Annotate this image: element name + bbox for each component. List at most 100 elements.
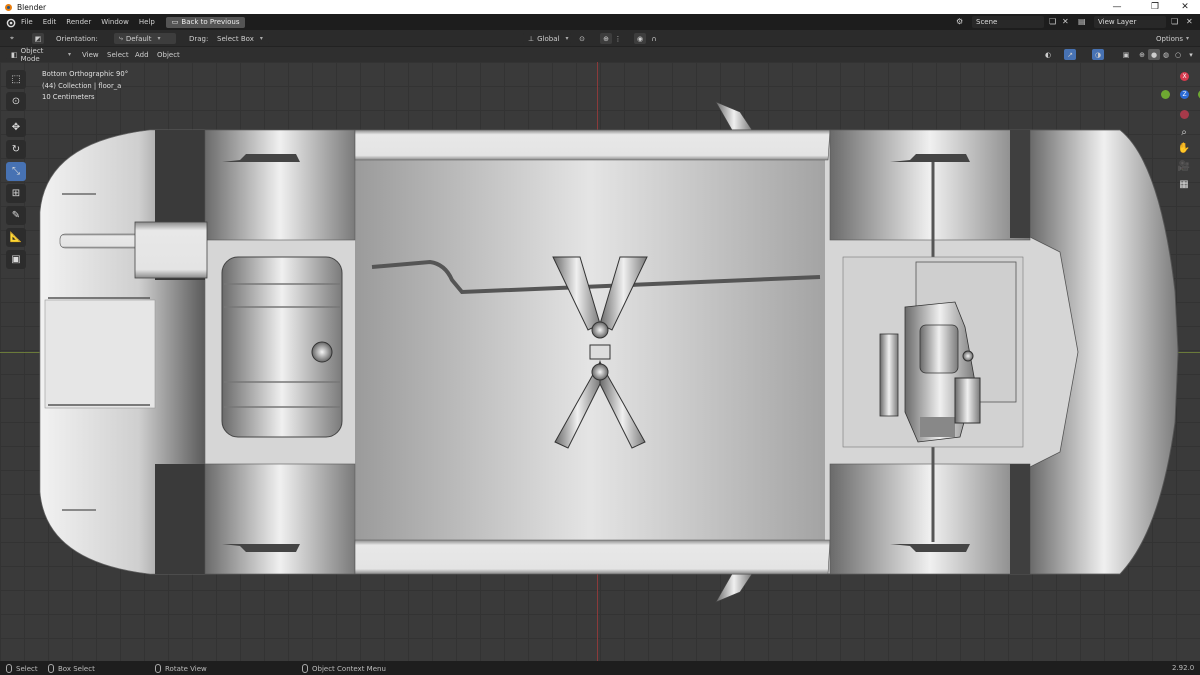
view-layer-icon[interactable]: ▤ [1078,17,1086,26]
visibility-icon[interactable]: ◐ [1042,49,1054,60]
solid-shading-icon[interactable]: ● [1148,49,1160,60]
remove-view-layer-icon[interactable]: ✕ [1186,17,1193,26]
overlays-icon[interactable]: ◑ [1092,49,1104,60]
orientation-dropdown[interactable]: ⤷ Default ▾ [114,33,176,44]
snap-target-icon[interactable]: ⋮ [612,33,624,44]
mode-value: Object Mode [20,46,44,63]
new-view-layer-icon[interactable]: ❏ [1171,17,1178,26]
status-select: Select [6,664,38,673]
drag-label: Drag: [189,34,209,43]
viewport-header: ◧ Object Mode ▾ View Select Add Object ◐ ↗… [0,46,1200,63]
menu-edit[interactable]: Edit [38,18,62,26]
chevron-down-icon: ▾ [157,35,161,42]
rotate-tool-icon[interactable]: ↻ [6,140,26,159]
rear-panel [44,299,156,409]
3d-viewport[interactable]: Bottom Orthographic 90° (44) Collection … [0,62,1200,661]
car-underbody-model[interactable] [0,62,1200,661]
viewport-info: Bottom Orthographic 90° (44) Collection … [42,69,128,104]
menu-help[interactable]: Help [134,18,160,26]
tool-settings-header: ⌖ ◩ Orientation: ⤷ Default ▾ Drag: Select … [0,30,1200,47]
view-layer-field[interactable]: View Layer [1094,16,1166,28]
minimize-button[interactable]: — [1104,0,1130,14]
maximize-button[interactable]: ❐ [1142,0,1168,14]
add-cube-tool-icon[interactable]: ▣ [6,250,26,269]
proportional-editing-icon[interactable]: ◉ [634,33,646,44]
options-dropdown[interactable]: Options ▾ [1156,33,1189,44]
mirror-top [715,101,753,131]
shading-options-icon[interactable]: ▾ [1185,49,1197,60]
rear-suspension-bottom [204,463,356,575]
select-box-tool-icon[interactable]: ⬚ [6,70,26,89]
drag-dropdown[interactable]: Select Box ▾ [212,33,269,44]
mouse-drag-icon [48,664,54,673]
cursor-tool-icon[interactable]: ⊙ [6,92,26,111]
scene-field[interactable]: Scene [972,16,1044,28]
y-neg-axis-icon[interactable] [1161,90,1170,99]
pan-hand-icon[interactable]: ✋ [1176,140,1192,156]
back-to-previous-button[interactable]: ▭ Back to Previous [165,16,246,28]
mirror-bottom [715,573,753,603]
ortho-grid-icon[interactable]: ▦ [1176,176,1192,192]
wireframe-shading-icon[interactable]: ⊕ [1136,49,1148,60]
collection-info: (44) Collection | floor_a [42,81,122,90]
orientation-icon: ⤷ [119,34,123,42]
status-context: Object Context Menu [302,664,386,673]
zoom-icon[interactable]: ⌕ [1176,124,1192,140]
menu-render[interactable]: Render [61,18,96,26]
view-name: Bottom Orthographic 90° [42,70,129,78]
view-layer-name: View Layer [1098,18,1137,26]
mouse-right-icon [302,664,308,673]
new-scene-icon[interactable]: ❏ [1049,17,1056,26]
measure-tool-icon[interactable]: 📐 [6,228,26,247]
material-shading-icon[interactable]: ◍ [1160,49,1172,60]
mode-dropdown[interactable]: ◧ Object Mode ▾ [6,46,76,63]
drag-value: Select Box [217,34,254,43]
select-mode-icon[interactable]: ◩ [32,33,44,44]
top-bar: File Edit Render Window Help ▭ Back to P… [0,14,1200,30]
move-tool-icon[interactable]: ✥ [6,118,26,137]
menu-file[interactable]: File [16,18,38,26]
scene-icon[interactable]: ⚙ [956,17,963,26]
blender-menu-icon[interactable] [5,17,16,28]
gizmo-toggle-icon[interactable]: ↗ [1064,49,1076,60]
navigation-gizmo[interactable]: X Z Y [1140,66,1200,126]
window-titlebar: Blender — ❐ ✕ [0,0,1200,14]
front-suspension-bottom [829,463,1031,575]
menu-view[interactable]: View [82,49,99,60]
x-neg-axis-icon[interactable] [1180,110,1189,119]
z-axis-icon[interactable]: Z [1180,90,1189,99]
side-sill-bottom [354,539,831,575]
global-axes-icon: ⊥ [528,34,535,43]
rear-suspension-top [204,129,356,241]
mouse-left-icon [6,664,12,673]
pivot-point-icon[interactable]: ⊙ [576,33,588,44]
rendered-shading-icon[interactable]: ○ [1172,49,1184,60]
chevron-down-icon: ▾ [67,51,71,58]
x-axis-icon[interactable]: X [1180,72,1189,81]
version-label: 2.92.0 [1172,664,1195,672]
falloff-icon[interactable]: ∩ [648,33,660,44]
snap-icon[interactable]: ⊕ [600,33,612,44]
back-to-previous-label: Back to Previous [181,18,240,26]
front-suspension-top [829,129,1031,241]
chevron-down-icon: ▾ [1186,35,1190,42]
transform-orientation-dropdown[interactable]: ⊥ Global ▾ [523,33,571,44]
remove-scene-icon[interactable]: ✕ [1062,17,1069,26]
scale-tool-icon[interactable]: ⤡ [6,162,26,181]
transform-tool-icon[interactable]: ⊞ [6,184,26,203]
screen-icon: ▭ [171,18,179,26]
chevron-down-icon: ▾ [259,35,263,42]
orientation-value: Default [125,34,152,43]
menu-add[interactable]: Add [135,49,149,60]
annotate-tool-icon[interactable]: ✎ [6,206,26,225]
xray-icon[interactable]: ▣ [1120,49,1132,60]
menu-select[interactable]: Select [107,49,129,60]
camera-view-icon[interactable]: 🎥 [1176,158,1192,174]
menu-object[interactable]: Object [157,49,180,60]
menu-window[interactable]: Window [96,18,134,26]
close-button[interactable]: ✕ [1172,0,1198,14]
status-rotate: Rotate View [155,664,207,673]
tool-icon[interactable]: ⌖ [6,33,18,44]
front-wheel-well-top [1010,130,1030,238]
tool-shelf: ⬚ ⊙ ✥ ↻ ⤡ ⊞ ✎ 📐 ▣ [6,70,28,272]
